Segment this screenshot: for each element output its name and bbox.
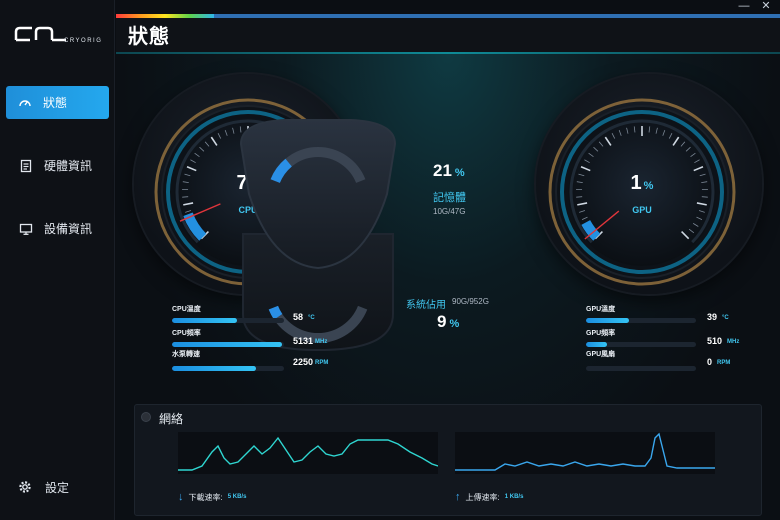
system-usage-value: 9%: [437, 312, 460, 331]
gpu-usage-value: 1%: [630, 172, 654, 194]
document-icon: [19, 159, 33, 173]
cpu-stat-unit: °C: [308, 315, 315, 321]
upload-label: 上傳速率:: [465, 492, 500, 502]
gpu-stat-unit: MHz: [727, 339, 740, 345]
monitor-icon: [19, 222, 33, 236]
down-arrow-icon: ↓: [178, 491, 184, 503]
gpu-stat-value: 510: [707, 336, 723, 346]
download-label: 下載速率:: [188, 492, 223, 502]
cpu-stat-bar: [172, 366, 284, 371]
system-usage-label: 系統佔用: [406, 300, 446, 311]
gpu-stat-fill: [586, 342, 607, 347]
gpu-stat-unit: RPM: [717, 360, 731, 366]
download-legend: ↓ 下載速率: 5 KB/s: [178, 491, 246, 503]
cpu-stat-label: CPU頻率: [172, 330, 201, 337]
upload-graph: [455, 432, 715, 474]
cpu-stat-bar: [172, 342, 284, 347]
gauge-icon: [18, 96, 32, 110]
gpu-stat-bar: [586, 318, 696, 323]
gpu-stat-label: GPU風扇: [586, 351, 616, 358]
upload-rate: 1 KB/s: [504, 494, 524, 500]
cpu-stat-fill: [172, 318, 237, 323]
system-track: [268, 305, 368, 343]
gpu-stat-label: GPU溫度: [586, 306, 616, 313]
sidebar-item-label: 設備資訊: [44, 222, 93, 236]
sidebar-item-hardware-info[interactable]: 硬體資訊: [6, 149, 109, 182]
gpu-stat-value: 0: [707, 357, 713, 367]
gpu-stat-fill: [586, 318, 629, 323]
memory-value-arc: [270, 158, 292, 184]
cpu-stat-unit: RPM: [315, 360, 329, 366]
gpu-stat-label: GPU頻率: [586, 330, 616, 337]
gpu-stat-bar: [586, 366, 696, 371]
network-title: 網絡: [159, 412, 184, 426]
close-button[interactable]: ✕: [758, 0, 774, 14]
cpu-stat-bar: [172, 318, 284, 323]
download-graph: [178, 432, 438, 474]
gpu-stat-value: 39: [707, 312, 718, 322]
settings-label: 設定: [45, 480, 70, 495]
cpu-stat-value: 2250: [293, 357, 314, 367]
upload-legend: ↑ 上傳速率: 1 KB/s: [455, 491, 523, 503]
download-rate: 5 KB/s: [227, 494, 247, 500]
settings-button[interactable]: 設定: [6, 472, 106, 502]
cpu-stat-value: 58: [293, 312, 304, 322]
sidebar-item-label: 硬體資訊: [44, 159, 93, 173]
sidebar-item-device-info[interactable]: 設備資訊: [6, 212, 109, 245]
page-title: 狀態: [128, 26, 170, 48]
minimize-button[interactable]: —: [736, 0, 752, 14]
cpu-stat-label: CPU溫度: [172, 306, 201, 313]
cpu-stat-value: 5131: [293, 336, 314, 346]
system-value-arc: [268, 305, 283, 320]
gpu-stat-bar: [586, 342, 696, 347]
up-arrow-icon: ↑: [455, 491, 461, 503]
gpu-label: GPU: [632, 205, 652, 215]
sidebar-item-label: 狀態: [43, 96, 68, 110]
cryorig-logo: CRYORIG: [14, 26, 102, 44]
logo-text: CRYORIG: [64, 38, 102, 44]
gear-icon: [19, 481, 31, 493]
memory-label: 記憶體: [433, 192, 466, 204]
memory-detail: 10G/47G: [433, 207, 466, 216]
cpu-stat-unit: MHz: [315, 339, 328, 345]
cpu-stat-fill: [172, 342, 282, 347]
network-status-dot: [141, 412, 151, 422]
memory-usage-value: 21%: [433, 161, 465, 180]
cpu-stat-label: 水泵轉速: [172, 351, 200, 358]
sidebar-item-status[interactable]: 狀態: [6, 86, 109, 119]
sidebar: CRYORIG 狀態 硬體資訊 設備資訊 設定: [0, 0, 115, 520]
header-bar: [116, 18, 780, 52]
system-usage-detail: 90G/952G: [452, 297, 489, 306]
gpu-stat-unit: °C: [722, 315, 729, 321]
cpu-stat-fill: [172, 366, 256, 371]
